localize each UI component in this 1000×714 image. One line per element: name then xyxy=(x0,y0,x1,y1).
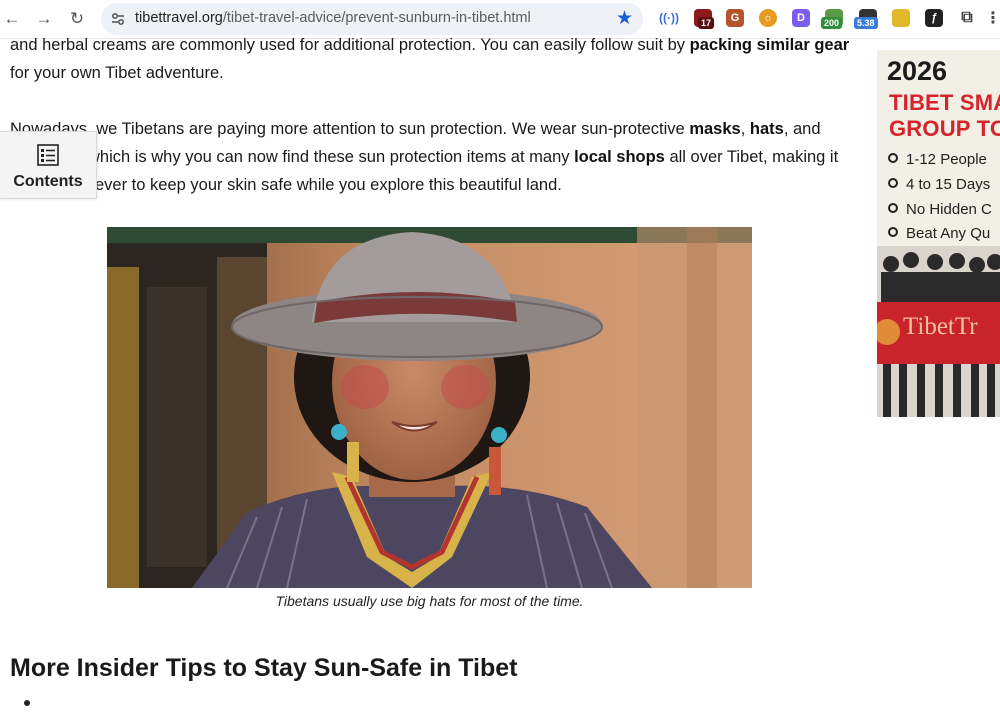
bold-hats: hats xyxy=(749,120,784,138)
paragraph-text: all over Tibet, making it xyxy=(664,148,839,166)
counter-extension-icon[interactable]: 200 xyxy=(821,9,843,29)
url-text[interactable]: tibettravel.org/tibet-travel-advice/prev… xyxy=(135,10,531,26)
notes-extension-icon[interactable] xyxy=(892,9,910,27)
ad-year: 2026 xyxy=(887,56,948,86)
ad-title-line1: TIBET SMA xyxy=(889,90,1000,115)
bookmark-star-icon[interactable]: ★ xyxy=(616,7,633,30)
paragraph-protection: Nowadays, we Tibetans are paying more at… xyxy=(10,120,839,194)
fx-extension-icon[interactable]: ƒ xyxy=(925,9,943,27)
paragraph-text: Nowadays, we Tibetans are paying more at… xyxy=(10,120,690,138)
forward-arrow-icon[interactable]: → xyxy=(33,8,55,30)
back-arrow-icon[interactable]: ← xyxy=(1,8,23,30)
tour-advertisement[interactable]: 2026 TIBET SMA GROUP TO 1-12 People 4 to… xyxy=(877,50,1000,417)
d-extension-icon[interactable]: D xyxy=(792,9,810,27)
sun-extension-icon[interactable]: ☼ xyxy=(759,9,777,27)
calendar-extension-icon[interactable]: 17 xyxy=(694,9,715,29)
url-domain: tibettravel.org xyxy=(135,10,223,26)
score-badge: 5.38 xyxy=(854,17,878,29)
paragraph-text: and herbal creams are commonly used for … xyxy=(10,36,690,54)
contents-button[interactable]: Contents xyxy=(0,131,97,199)
puzzle-extensions-icon[interactable]: ⧉ xyxy=(958,9,976,27)
menu-icon[interactable]: ⋮ xyxy=(985,9,1000,27)
paragraph-gear: and herbal creams are commonly used for … xyxy=(10,31,860,87)
site-info-icon[interactable] xyxy=(111,12,125,26)
section-heading: More Insider Tips to Stay Sun-Safe in Ti… xyxy=(10,654,518,682)
bullet-dot xyxy=(24,700,30,706)
cut-off-next-line xyxy=(24,696,30,714)
paragraph-text: for your own Tibet adventure. xyxy=(10,64,224,82)
paragraph-text: , and xyxy=(783,120,821,138)
reload-icon[interactable]: ↻ xyxy=(66,8,88,30)
url-path: /tibet-travel-advice/prevent-sunburn-in-… xyxy=(222,10,531,26)
ad-title-line2: GROUP TO xyxy=(889,116,1000,141)
ad-bullet: Beat Any Qu xyxy=(888,225,990,242)
article-photo xyxy=(107,227,752,588)
calendar-badge: 17 xyxy=(698,17,715,29)
score-extension-icon[interactable]: 5.38 xyxy=(854,9,878,29)
bold-local-shops: local shops xyxy=(574,148,665,166)
counter-badge: 200 xyxy=(821,17,843,29)
bold-masks: masks xyxy=(689,120,741,138)
ad-bullet: No Hidden C xyxy=(888,201,992,218)
ad-bullet: 4 to 15 Days xyxy=(888,176,990,193)
ad-brand: TibetTr xyxy=(903,313,978,340)
photo-caption: Tibetans usually use big hats for most o… xyxy=(275,593,584,609)
cast-extension-icon[interactable]: ((·)) xyxy=(659,9,679,27)
list-icon xyxy=(37,144,59,166)
g-extension-icon[interactable]: G xyxy=(726,9,744,27)
tibetan-woman-image xyxy=(107,227,752,588)
ad-bullet: 1-12 People xyxy=(888,151,987,168)
bold-packing-gear: packing similar gear xyxy=(689,36,850,54)
contents-label: Contents xyxy=(13,173,83,190)
